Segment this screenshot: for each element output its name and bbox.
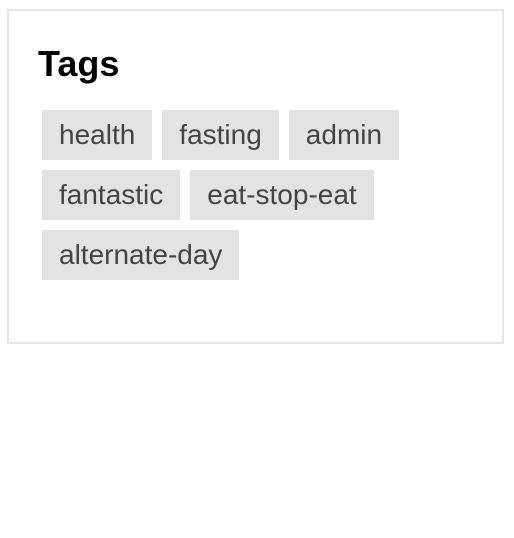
tag-link-eat-stop-eat[interactable]: eat-stop-eat	[190, 170, 374, 220]
tag-link-alternate-day[interactable]: alternate-day	[42, 230, 240, 280]
tags-widget: Tags health fasting admin fantastic eat-…	[7, 9, 504, 344]
tag-link-health[interactable]: health	[42, 110, 153, 160]
tag-link-fantastic[interactable]: fantastic	[42, 170, 181, 220]
widget-title: Tags	[38, 43, 120, 84]
tag-link-admin[interactable]: admin	[288, 110, 400, 160]
tag-link-fasting[interactable]: fasting	[162, 110, 279, 160]
tag-cloud: health fasting admin fantastic eat-stop-…	[42, 110, 482, 280]
